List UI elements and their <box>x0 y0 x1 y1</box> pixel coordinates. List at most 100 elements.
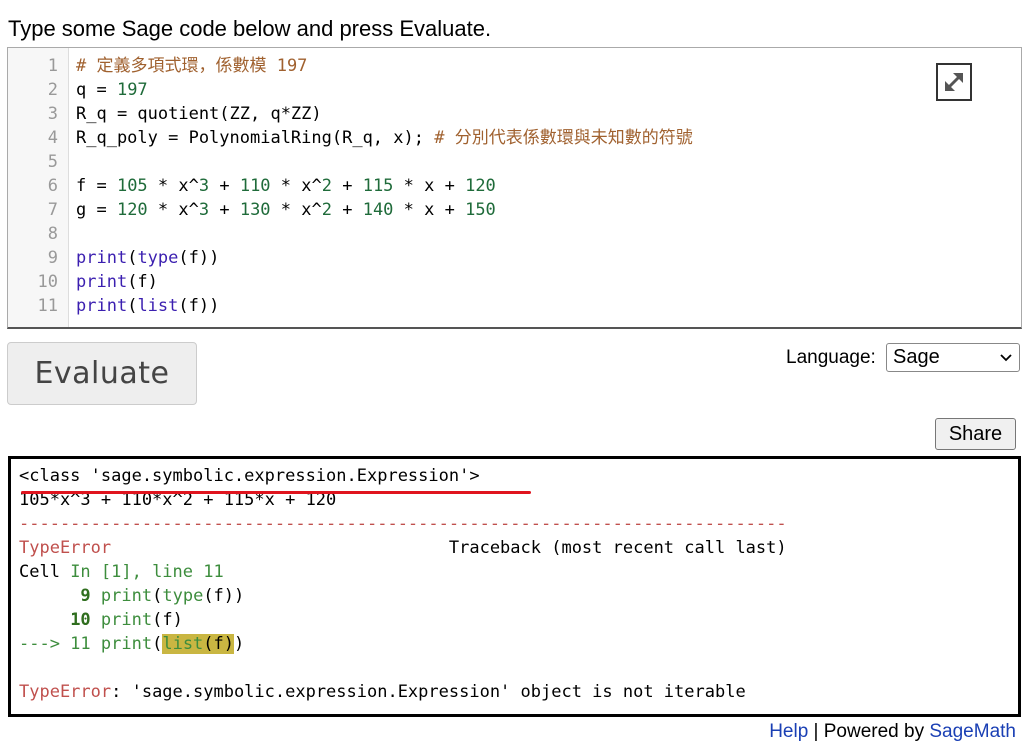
output-token: (f) <box>203 634 235 654</box>
code-token: type <box>137 248 179 268</box>
line-number: 9 <box>47 248 58 268</box>
code-token: * x^ <box>147 200 199 220</box>
output-token: list <box>162 634 204 654</box>
output-token: Cell <box>19 562 71 582</box>
line-number: 5 <box>47 152 58 172</box>
output-token: In [1], line 11 <box>70 562 224 582</box>
output-line: ----------------------------------------… <box>19 512 787 536</box>
output-token: ----------------------------------------… <box>19 514 787 534</box>
expand-icon <box>945 73 963 91</box>
line-number: 6 <box>47 176 58 196</box>
code-text[interactable]: g = 120 * x^3 + 130 * x^2 + 140 * x + 15… <box>76 198 496 222</box>
line-number: 1 <box>47 56 58 76</box>
output-token: print <box>100 634 153 654</box>
code-token: + <box>331 176 363 196</box>
line-number: 7 <box>47 200 58 220</box>
code-token: + <box>209 176 240 196</box>
code-token: 3 <box>198 200 210 220</box>
output-token: Traceback (most recent call last) <box>111 538 787 558</box>
output-token: 9 <box>80 586 91 606</box>
code-token: 3 <box>198 176 210 196</box>
code-token: * x^ <box>270 200 322 220</box>
language-select[interactable]: Sage <box>886 343 1020 372</box>
footer-separator: | Powered by <box>808 721 930 742</box>
output-token: print <box>100 586 153 606</box>
output-token <box>91 634 101 654</box>
code-token: 2 <box>321 176 332 196</box>
code-token: 197 <box>116 80 148 100</box>
code-token: ( <box>127 296 138 316</box>
red-annotation-underline <box>21 491 531 494</box>
line-number: 3 <box>47 104 58 124</box>
code-token: (f)) <box>178 296 220 316</box>
code-text[interactable]: R_q = quotient(ZZ, q*ZZ) <box>76 102 322 126</box>
code-token: 105 <box>116 176 148 196</box>
language-selected-value: Sage <box>893 346 940 368</box>
output-token: ( <box>152 586 163 606</box>
output-token: type <box>162 586 204 606</box>
output-line: 10 print(f) <box>19 608 183 632</box>
output-token: ---> 11 <box>19 634 91 654</box>
code-text[interactable]: # 定義多項式環，係數模 197 <box>76 54 307 78</box>
evaluate-button[interactable]: Evaluate <box>7 342 197 405</box>
code-token: 120 <box>465 176 496 196</box>
code-token: 110 <box>239 176 271 196</box>
output-token: (f)) <box>203 586 245 606</box>
code-token: R_q_poly = PolynomialRing(R_q, x); <box>76 128 435 148</box>
code-token: print <box>76 248 128 268</box>
code-token: g = <box>76 200 117 220</box>
code-token: (f) <box>127 272 158 292</box>
code-token: print <box>76 296 128 316</box>
line-number: 4 <box>47 128 58 148</box>
footer: Help | Powered by SageMath <box>769 720 1016 744</box>
code-token: f = <box>76 176 117 196</box>
code-token: # 分別代表係數環與未知數的符號 <box>434 128 693 148</box>
code-token: 140 <box>362 200 394 220</box>
code-token: R_q = quotient(ZZ, q*ZZ) <box>76 104 322 124</box>
output-token <box>91 610 101 630</box>
help-link[interactable]: Help <box>769 721 808 742</box>
code-token: + <box>331 200 363 220</box>
code-token: 115 <box>362 176 394 196</box>
code-text[interactable]: f = 105 * x^3 + 110 * x^2 + 115 * x + 12… <box>76 174 496 198</box>
output-token: 10 <box>70 610 91 630</box>
chevron-down-icon <box>999 344 1013 379</box>
code-token: # 定義多項式環，係數模 197 <box>76 56 308 76</box>
output-line: TypeError: 'sage.symbolic.expression.Exp… <box>19 680 746 704</box>
line-number: 11 <box>37 296 58 316</box>
output-panel: <class 'sage.symbolic.expression.Express… <box>8 456 1021 717</box>
code-token: 150 <box>465 200 496 220</box>
code-text[interactable]: q = 197 <box>76 78 148 102</box>
code-editor[interactable]: 1 # 定義多項式環，係數模 197 2 q = 197 3 R_q = quotient… <box>7 47 1022 329</box>
output-token <box>19 610 70 630</box>
code-token: * x + <box>393 176 466 196</box>
output-line: TypeError Traceback (most recent call la… <box>19 536 787 560</box>
expand-editor-button[interactable] <box>936 63 972 101</box>
code-text[interactable]: print(f) <box>76 270 158 294</box>
output-token: TypeError <box>19 682 112 702</box>
output-line: ---> 11 print(list(f)) <box>19 632 244 656</box>
output-line: 9 print(type(f)) <box>19 584 244 608</box>
line-number: 2 <box>47 80 58 100</box>
line-number: 8 <box>47 224 58 244</box>
output-token <box>91 586 101 606</box>
code-text[interactable]: print(type(f)) <box>76 246 219 270</box>
sagemath-link[interactable]: SageMath <box>929 721 1016 742</box>
output-line: Cell In [1], line 11 <box>19 560 224 584</box>
output-token <box>19 586 80 606</box>
code-text[interactable]: R_q_poly = PolynomialRing(R_q, x); # 分別代… <box>76 126 693 150</box>
language-label: Language: <box>786 347 876 368</box>
output-token: <class 'sage.symbolic.expression.Express… <box>19 466 480 486</box>
output-token: : 'sage.symbolic.expression.Expression' … <box>111 682 746 702</box>
code-text[interactable]: print(list(f)) <box>76 294 219 318</box>
output-token: ) <box>234 634 245 654</box>
line-number: 10 <box>37 272 58 292</box>
code-token: * x + <box>393 200 466 220</box>
code-token: + <box>209 200 240 220</box>
code-token: list <box>137 296 179 316</box>
instructions-text: Type some Sage code below and press Eval… <box>8 16 492 41</box>
share-button[interactable]: Share <box>935 418 1016 450</box>
code-token: print <box>76 272 128 292</box>
output-token: TypeError <box>19 538 112 558</box>
code-token: 120 <box>116 200 148 220</box>
